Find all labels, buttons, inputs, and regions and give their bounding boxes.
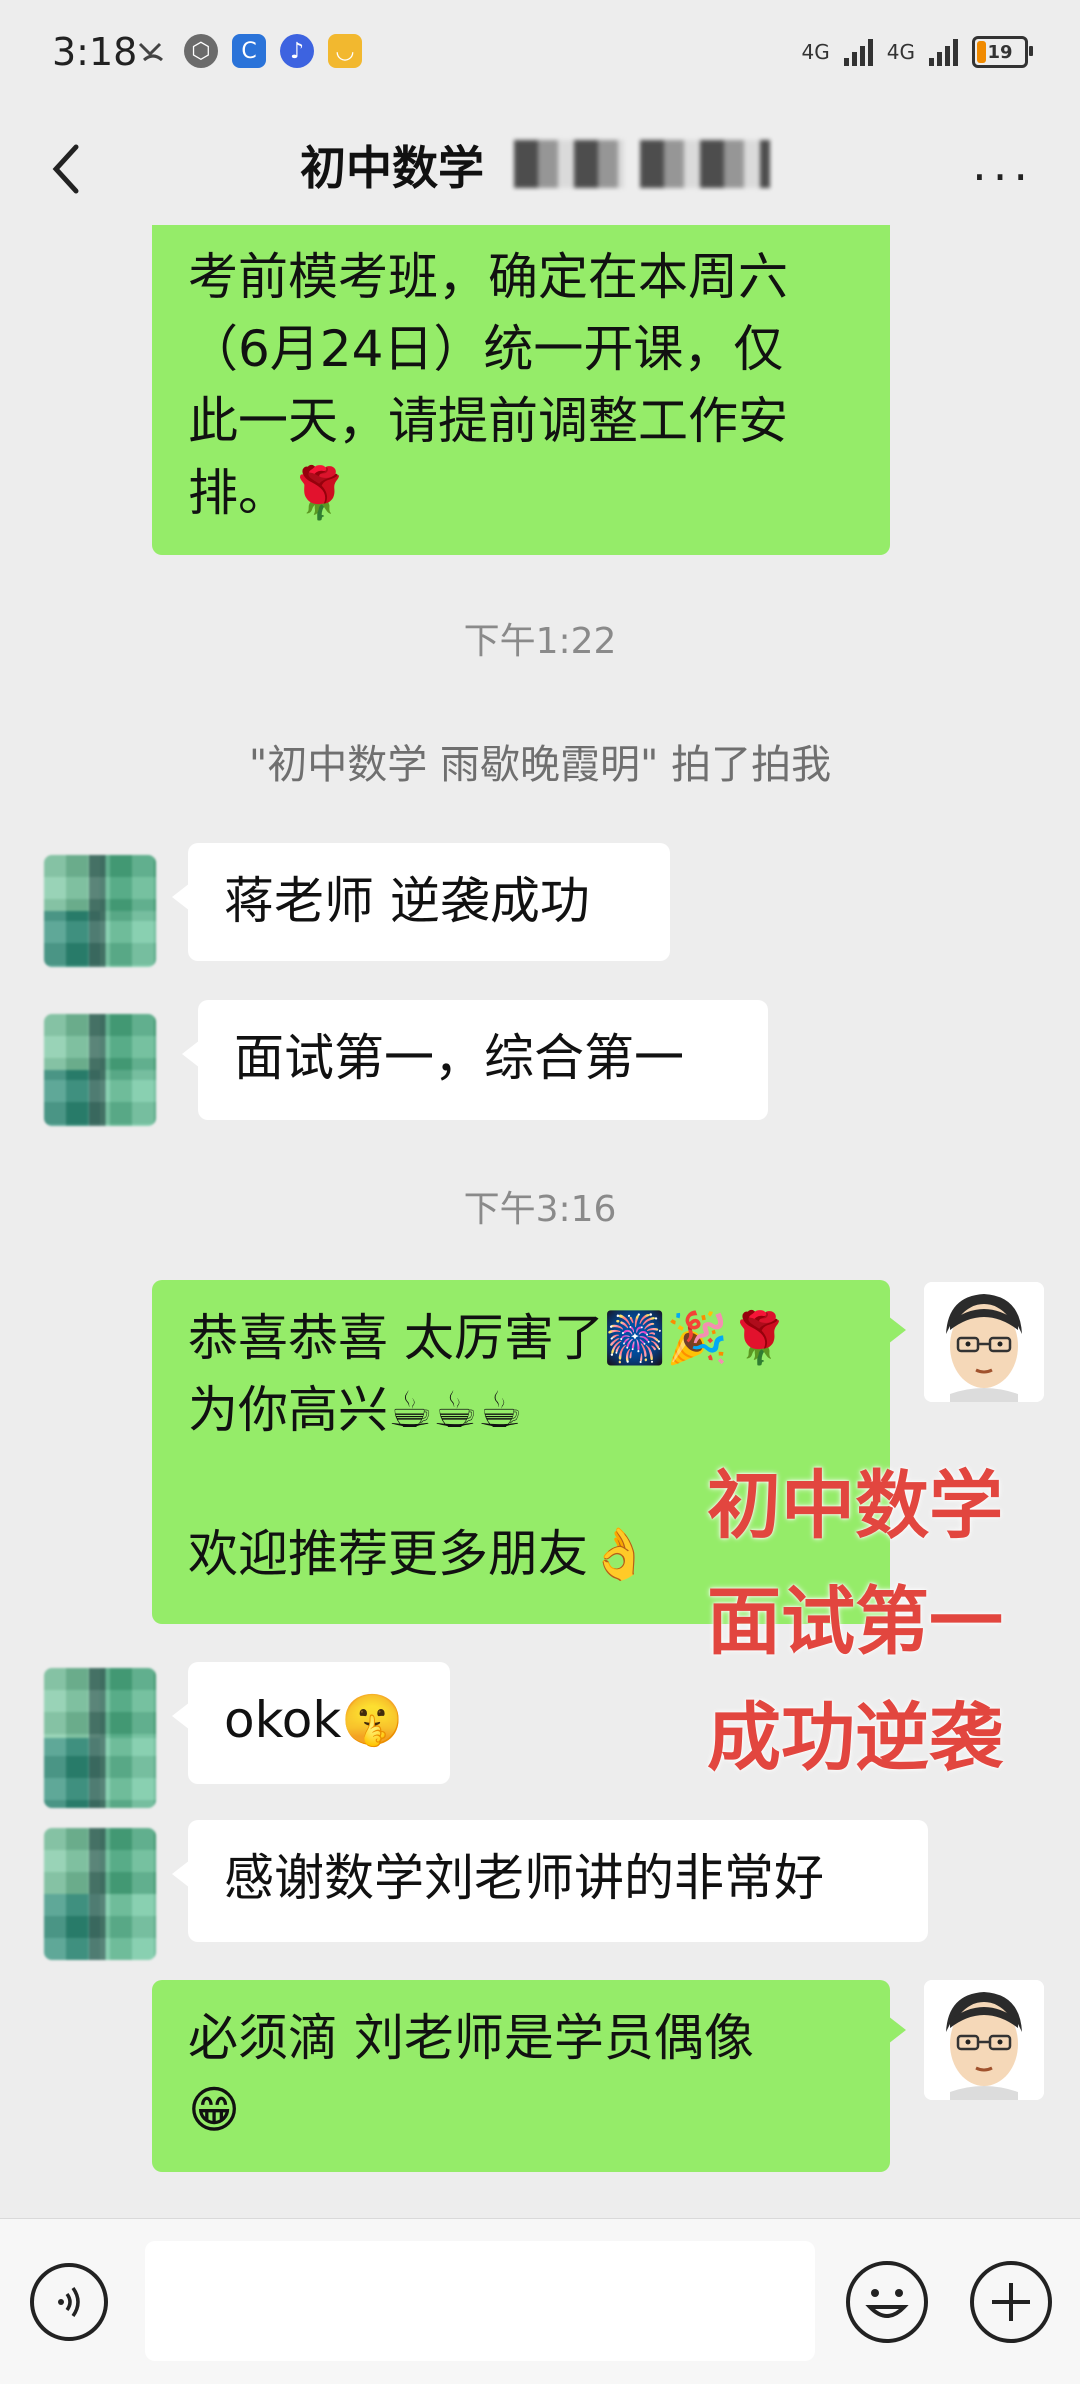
redacted-title-part bbox=[514, 140, 624, 188]
music-app-icon: ♪ bbox=[280, 34, 314, 68]
message-line: 😁 bbox=[188, 2081, 241, 2139]
message-line: 排。🌹 bbox=[188, 464, 351, 522]
status-bar: 3:18 ⬡ C ♪ ◡ 4G 4G 19 bbox=[0, 0, 1080, 110]
pat-system-message: "初中数学 雨歇晚霞明" 拍了拍我 bbox=[248, 742, 832, 788]
avatar[interactable] bbox=[44, 855, 156, 967]
message-line: 为你高兴☕☕☕ bbox=[188, 1381, 523, 1439]
message-bubble-other[interactable]: okok🤫 bbox=[172, 1662, 450, 1784]
message-bubble-other[interactable]: 蒋老师 逆袭成功 bbox=[172, 843, 670, 961]
message-line: （6月24日）统一开课，仅 bbox=[188, 320, 784, 378]
status-notification-icons: ⬡ C ♪ ◡ bbox=[136, 34, 362, 68]
app-notification-icon: ⬡ bbox=[184, 34, 218, 68]
input-bar bbox=[0, 2218, 1080, 2384]
timestamp: 下午3:16 bbox=[463, 1189, 617, 1230]
message-text: 感谢数学刘老师讲的非常好 bbox=[224, 1849, 824, 1907]
missed-call-icon bbox=[136, 34, 170, 68]
status-right-icons: 4G 4G 19 bbox=[801, 36, 1033, 68]
voice-icon bbox=[58, 2286, 80, 2318]
battery-icon: 19 bbox=[972, 36, 1033, 68]
message-line: 考前模考班，确定在本周六 bbox=[188, 248, 788, 306]
overlay-line: 成功逆袭 bbox=[707, 1695, 1003, 1781]
network-type-label: 4G bbox=[801, 40, 830, 64]
message-text: 面试第一，综合第一 bbox=[234, 1029, 684, 1087]
network-type-label: 4G bbox=[886, 40, 915, 64]
watermark-overlay: 初中数学 面试第一 成功逆袭 bbox=[680, 1448, 1030, 1796]
cartoon-face-icon bbox=[924, 1980, 1044, 2100]
status-time: 3:18 bbox=[52, 30, 138, 74]
message-bubble-other[interactable]: 面试第一，综合第一 bbox=[182, 1000, 768, 1120]
app-notification-icon: ◡ bbox=[328, 34, 362, 68]
message-bubble-self[interactable]: 必须滴 刘老师是学员偶像 😁 bbox=[152, 1980, 906, 2172]
more-options-button[interactable]: ··· bbox=[972, 150, 1034, 204]
timestamp: 下午1:22 bbox=[463, 621, 617, 662]
cartoon-face-icon bbox=[924, 1282, 1044, 1402]
message-input[interactable] bbox=[145, 2241, 815, 2361]
chat-title: 初中数学 bbox=[300, 141, 484, 195]
back-icon bbox=[52, 144, 79, 194]
message-bubble-self[interactable]: 考前模考班，确定在本周六 （6月24日）统一开课，仅 此一天，请提前调整工作安 … bbox=[152, 225, 890, 555]
message-text: 蒋老师 逆袭成功 bbox=[224, 872, 590, 930]
chat-header: 初中数学 ··· bbox=[0, 110, 1080, 230]
avatar-self[interactable] bbox=[924, 1980, 1044, 2100]
app-notification-icon: C bbox=[232, 34, 266, 68]
signal-icon bbox=[929, 38, 958, 66]
message-line: 恭喜恭喜 太厉害了🎆🎉🌹 bbox=[188, 1309, 791, 1367]
emoji-icon bbox=[865, 2289, 909, 2318]
signal-icon bbox=[843, 38, 873, 66]
avatar[interactable] bbox=[44, 1828, 156, 1960]
back-button[interactable] bbox=[36, 134, 96, 204]
voice-button[interactable] bbox=[30, 2263, 108, 2341]
plus-button[interactable] bbox=[970, 2261, 1052, 2343]
avatar[interactable] bbox=[44, 1014, 156, 1126]
overlay-line: 初中数学 bbox=[707, 1463, 1003, 1549]
redacted-title-part bbox=[640, 140, 770, 188]
message-line: 必须滴 刘老师是学员偶像 bbox=[188, 2009, 754, 2067]
overlay-line: 面试第一 bbox=[707, 1579, 1003, 1665]
message-line: 此一天，请提前调整工作安 bbox=[188, 392, 788, 450]
avatar[interactable] bbox=[44, 1668, 156, 1808]
plus-icon bbox=[992, 2283, 1030, 2321]
avatar-self[interactable] bbox=[924, 1282, 1044, 1402]
message-text: okok🤫 bbox=[224, 1691, 404, 1749]
emoji-button[interactable] bbox=[846, 2261, 928, 2343]
message-bubble-other[interactable]: 感谢数学刘老师讲的非常好 bbox=[172, 1820, 928, 1942]
